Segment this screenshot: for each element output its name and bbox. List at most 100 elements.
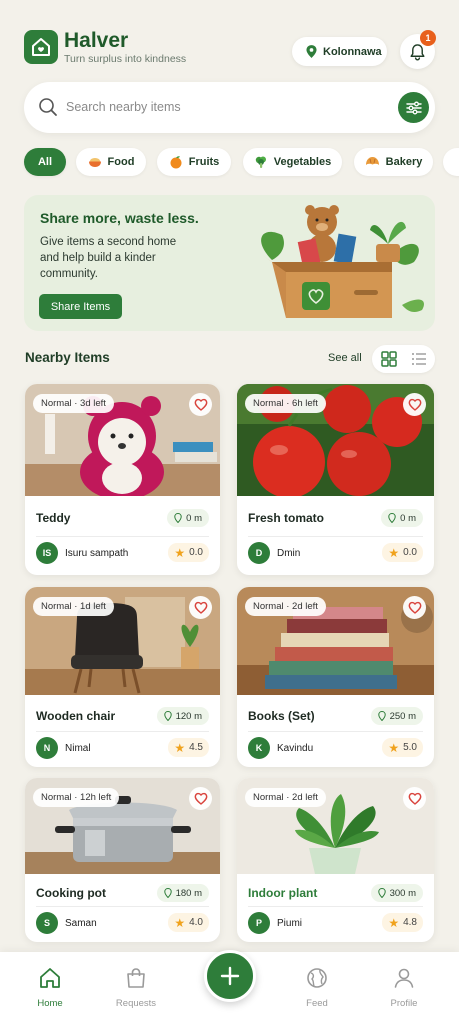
add-item-button[interactable] xyxy=(204,950,256,1002)
star-icon: ★ xyxy=(388,915,400,930)
food-bowl-icon xyxy=(88,158,101,167)
owner-name: Piumi xyxy=(277,918,303,929)
rating-value: 5.0 xyxy=(403,742,417,753)
favorite-button[interactable] xyxy=(403,393,426,416)
owner-name: Saman xyxy=(65,918,97,929)
favorite-button[interactable] xyxy=(189,596,212,619)
rating-value: 0.0 xyxy=(403,547,417,558)
category-chip-food[interactable]: Food xyxy=(76,148,146,176)
time-left-badge: Normal · 3d left xyxy=(33,394,114,413)
orange-icon xyxy=(170,156,182,169)
see-all-link[interactable]: See all xyxy=(328,352,362,364)
distance-badge: 180 m xyxy=(156,884,209,902)
item-card-fresh-tomato[interactable]: Normal · 6h left Fresh tomato 0 m D Dmin… xyxy=(237,384,434,575)
category-label: All xyxy=(37,156,53,168)
item-card-indoor-plant[interactable]: Normal · 2d left Indoor plant 300 m P Pi… xyxy=(237,778,434,942)
broccoli-icon xyxy=(255,156,266,168)
location-label: Kolonnawa xyxy=(323,45,382,58)
rating-badge: ★ 5.0 xyxy=(382,738,423,757)
category-label: Vegetables xyxy=(273,156,332,168)
share-items-button[interactable]: Share Items xyxy=(39,294,122,319)
distance-label: 250 m xyxy=(389,710,416,722)
search-input[interactable] xyxy=(66,96,386,118)
item-card-wooden-chair[interactable]: Normal · 1d left Wooden chair 120 m N Ni… xyxy=(25,587,220,767)
owner-name: Nimal xyxy=(65,743,91,754)
location-selector[interactable]: Kolonnawa xyxy=(292,37,387,66)
location-pin-icon xyxy=(388,513,396,523)
item-name: Fresh tomato xyxy=(248,511,325,525)
banner-title: Share more, waste less. xyxy=(40,210,199,226)
category-label: Food xyxy=(107,156,135,168)
rating-badge: ★ 4.5 xyxy=(168,738,209,757)
star-icon: ★ xyxy=(388,740,400,755)
star-icon: ★ xyxy=(388,545,400,560)
location-pin-icon xyxy=(163,711,172,721)
category-chip-bakery[interactable]: Bakery xyxy=(354,148,433,176)
plus-icon xyxy=(220,966,240,986)
card-divider xyxy=(36,536,209,537)
grid-view-icon[interactable] xyxy=(380,350,398,368)
star-icon: ★ xyxy=(174,740,186,755)
owner-avatar: K xyxy=(248,737,270,759)
star-icon: ★ xyxy=(174,915,186,930)
heart-icon xyxy=(408,398,421,411)
category-chip-all[interactable]: All xyxy=(24,148,66,176)
shopping-bag-icon xyxy=(127,968,145,988)
category-chip-more[interactable] xyxy=(443,148,459,176)
app-logo xyxy=(24,30,58,64)
time-left-badge: Normal · 2d left xyxy=(245,788,326,807)
nav-label: Home xyxy=(37,998,63,1009)
rating-value: 4.8 xyxy=(403,917,417,928)
rating-badge: ★ 4.0 xyxy=(168,913,209,932)
item-name: Indoor plant xyxy=(248,886,318,900)
rating-badge: ★ 0.0 xyxy=(168,543,209,562)
rating-value: 0.0 xyxy=(189,547,203,558)
nav-home[interactable]: Home xyxy=(20,966,80,1009)
item-card-books[interactable]: Normal · 2d left Books (Set) 250 m K Kav… xyxy=(237,587,434,767)
nav-feed[interactable]: Feed xyxy=(287,966,347,1009)
item-name: Books (Set) xyxy=(248,709,315,723)
favorite-button[interactable] xyxy=(403,787,426,810)
distance-badge: 300 m xyxy=(370,884,423,902)
filter-button[interactable] xyxy=(398,92,429,123)
favorite-button[interactable] xyxy=(189,787,212,810)
category-chip-fruits[interactable]: Fruits xyxy=(157,148,231,176)
item-name: Wooden chair xyxy=(36,709,116,723)
distance-label: 120 m xyxy=(175,710,202,722)
nav-label: Feed xyxy=(306,998,328,1009)
rating-value: 4.5 xyxy=(189,742,203,753)
globe-icon xyxy=(307,968,327,988)
distance-label: 180 m xyxy=(175,887,202,899)
item-card-cooking-pot[interactable]: Normal · 12h left Cooking pot 180 m S Sa… xyxy=(25,778,220,942)
nav-label: Requests xyxy=(115,998,157,1009)
app-tagline: Turn surplus into kindness xyxy=(64,53,187,65)
nav-profile[interactable]: Profile xyxy=(374,966,434,1009)
time-left-badge: Normal · 2d left xyxy=(245,597,326,616)
location-pin-icon xyxy=(163,888,172,898)
distance-label: 300 m xyxy=(389,887,416,899)
favorite-button[interactable] xyxy=(189,393,212,416)
owner-avatar: N xyxy=(36,737,58,759)
card-divider xyxy=(36,731,209,732)
nav-requests[interactable]: Requests xyxy=(106,966,166,1009)
owner-name: Dmin xyxy=(277,548,301,559)
distance-badge: 0 m xyxy=(167,509,209,527)
rating-badge: ★ 0.0 xyxy=(382,543,423,562)
item-name: Teddy xyxy=(36,511,71,525)
user-icon xyxy=(394,968,414,988)
list-view-icon[interactable] xyxy=(410,350,428,368)
item-card-teddy[interactable]: Normal · 3d left Teddy 0 m IS Isuru samp… xyxy=(25,384,220,575)
category-label: Fruits xyxy=(188,156,220,168)
owner-name: Kavindu xyxy=(277,743,314,754)
distance-badge: 0 m xyxy=(381,509,423,527)
heart-icon xyxy=(408,601,421,614)
item-name: Cooking pot xyxy=(36,886,106,900)
star-icon: ★ xyxy=(174,545,186,560)
notification-badge: 1 xyxy=(420,30,436,46)
house-heart-icon xyxy=(32,38,50,56)
category-label: Bakery xyxy=(385,156,423,168)
distance-label: 0 m xyxy=(400,512,416,524)
card-divider xyxy=(36,906,209,907)
category-chip-vegetables[interactable]: Vegetables xyxy=(243,148,342,176)
favorite-button[interactable] xyxy=(403,596,426,619)
